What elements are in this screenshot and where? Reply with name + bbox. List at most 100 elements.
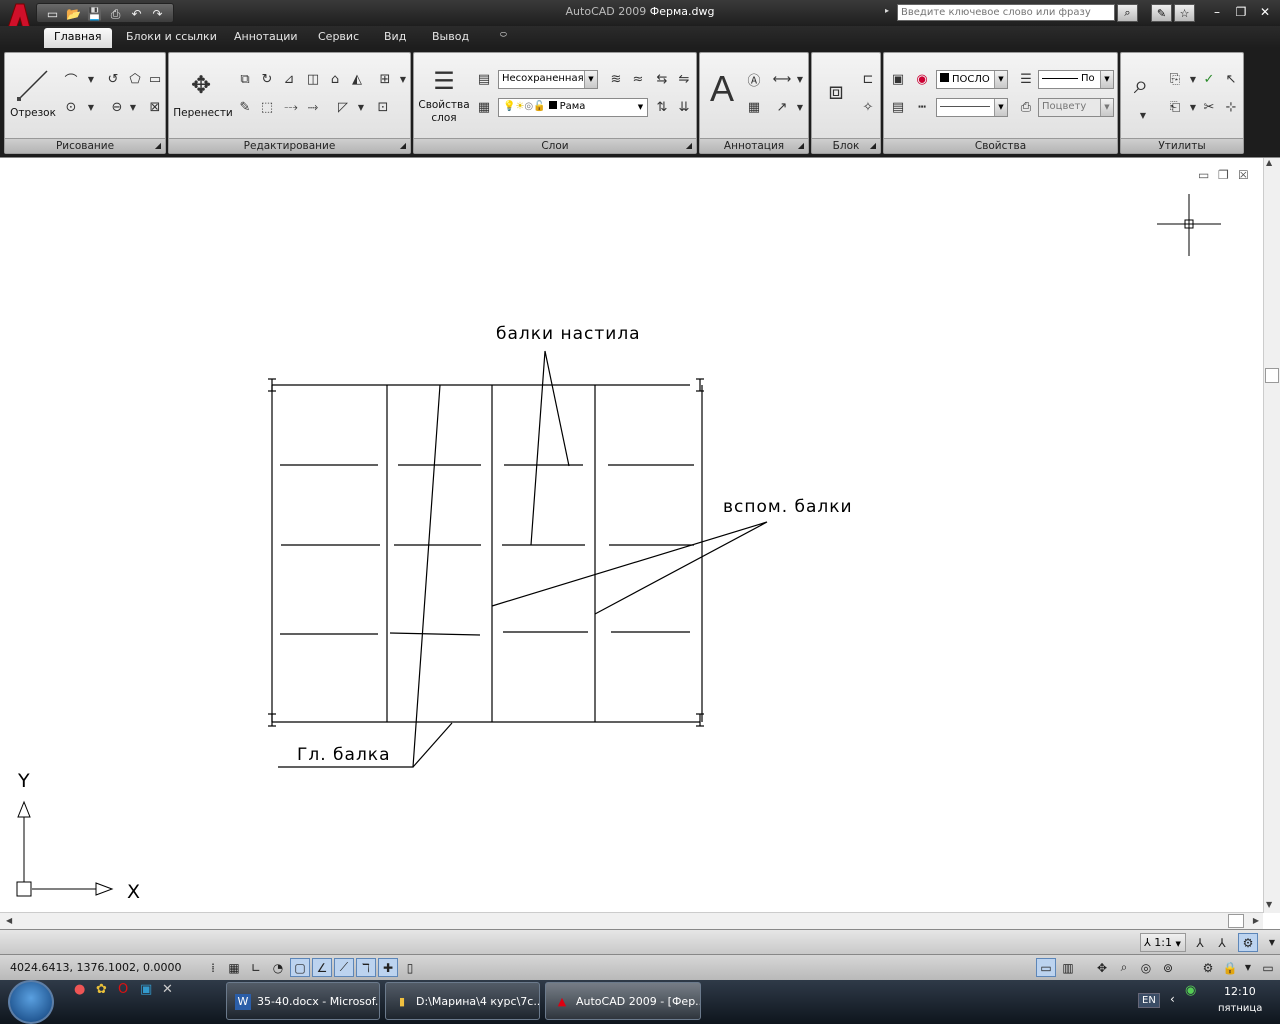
layer-state-icon[interactable]: ▤: [474, 69, 494, 89]
mirror-icon[interactable]: ◫: [303, 69, 323, 89]
measure-icon[interactable]: ⊹: [1221, 97, 1241, 117]
panel-block-title[interactable]: Блок ◢: [812, 138, 880, 153]
tray-expand-icon[interactable]: ‹: [1170, 992, 1175, 1006]
layer-off-icon[interactable]: ⇊: [674, 97, 694, 117]
quicklaunch-butterfly-icon[interactable]: ✿: [96, 982, 107, 997]
zoom-icon[interactable]: ⌕: [1123, 67, 1159, 103]
auto-scale-icon[interactable]: ⅄: [1212, 933, 1232, 952]
dropdown-arrow-icon[interactable]: ▼: [1238, 958, 1258, 977]
new-icon[interactable]: ▭: [43, 5, 62, 23]
quicklaunch-x-icon[interactable]: ✕: [162, 982, 173, 997]
tab-blocks-references[interactable]: Блоки и ссылки: [116, 28, 227, 48]
communication-center-icon[interactable]: ✎: [1151, 4, 1172, 22]
steering-wheel-icon[interactable]: ◎: [1136, 958, 1156, 977]
save-icon[interactable]: 💾: [85, 5, 104, 23]
ribbon-minimize-icon[interactable]: ⬭: [494, 28, 513, 48]
layer-isolate-icon[interactable]: ⇋: [674, 69, 694, 89]
scale-icon[interactable]: ⬚: [257, 97, 277, 117]
stretch-icon[interactable]: ◭: [347, 69, 367, 89]
horizontal-scroll-thumb[interactable]: [1228, 914, 1244, 928]
panel-expand-icon[interactable]: ◢: [155, 139, 161, 153]
layout-icon[interactable]: ▥: [1058, 958, 1078, 977]
object-snap-tracking-icon[interactable]: ∠: [312, 958, 332, 977]
start-button[interactable]: [8, 980, 54, 1024]
clean-screen-icon[interactable]: ▭: [1258, 958, 1278, 977]
panel-expand-icon[interactable]: ◢: [870, 139, 876, 153]
color-dropdown[interactable]: ПОСЛО ▼: [936, 70, 1008, 89]
current-layer-dropdown[interactable]: 💡☀◎🔓 Рама ▼: [498, 98, 648, 117]
tab-annotate[interactable]: Аннотации: [224, 28, 308, 48]
vertical-scrollbar[interactable]: ▲ ▼: [1263, 158, 1280, 913]
vertical-scroll-thumb[interactable]: [1265, 368, 1279, 383]
quicklaunch-media-icon[interactable]: ▣: [140, 982, 152, 997]
chamfer-icon[interactable]: ◸: [333, 97, 353, 117]
polar-tracking-icon[interactable]: ◔: [268, 958, 288, 977]
favorites-star-icon[interactable]: ☆: [1174, 4, 1195, 22]
dropdown-arrow-icon[interactable]: ▼: [81, 97, 101, 117]
create-block-icon[interactable]: ⊏: [858, 69, 878, 89]
plot-style-dropdown[interactable]: Поцвету ▼: [1038, 98, 1114, 117]
cad-drawing[interactable]: балки настила вспом. балки Гл. балка Y X: [0, 158, 1262, 913]
horizontal-scrollbar[interactable]: ◀ ▶: [0, 912, 1263, 929]
move-icon[interactable]: ✥: [183, 67, 219, 103]
restore-icon[interactable]: ❐: [1230, 4, 1252, 20]
select-all-icon[interactable]: ↖: [1221, 69, 1241, 89]
tab-view[interactable]: Вид: [374, 28, 416, 48]
erase-icon[interactable]: ✎: [235, 97, 255, 117]
undo-icon[interactable]: ↶: [127, 5, 146, 23]
dimension-icon[interactable]: ⟷: [772, 69, 792, 89]
plot-style-icon[interactable]: ⎙: [1016, 97, 1036, 117]
search-icon[interactable]: ⌕: [1117, 4, 1138, 22]
coordinates-readout[interactable]: 4024.6413, 1376.1002, 0.0000: [10, 961, 181, 974]
polygon-icon[interactable]: ⬠: [125, 69, 145, 89]
scroll-left-icon[interactable]: ◀: [6, 916, 12, 925]
tab-tools[interactable]: Сервис: [308, 28, 369, 48]
panel-layers-title[interactable]: Слои ◢: [414, 138, 696, 153]
pan-icon[interactable]: ✥: [1092, 958, 1112, 977]
match-properties-icon[interactable]: ▣: [888, 69, 908, 89]
copy-icon[interactable]: ⧉: [235, 69, 255, 89]
layer-previous-icon[interactable]: ⇆: [652, 69, 672, 89]
insert-block-icon[interactable]: ⧈: [818, 73, 854, 109]
dropdown-arrow-icon[interactable]: ▼: [790, 69, 810, 89]
drawing-canvas[interactable]: ▭ ❐ ☒ балки настила вспом. балки Гл. бал…: [0, 157, 1280, 929]
arc-icon[interactable]: ↺: [103, 69, 123, 89]
panel-annotation-title[interactable]: Аннотация ◢: [700, 138, 808, 153]
layer-properties-icon[interactable]: ☰: [426, 63, 462, 99]
layer-match-icon[interactable]: ≈: [628, 69, 648, 89]
dropdown-arrow-icon[interactable]: ▼: [393, 69, 413, 89]
tab-home[interactable]: Главная: [44, 28, 112, 48]
grid-display-icon[interactable]: ▦: [224, 958, 244, 977]
dropdown-arrow-icon[interactable]: ▼: [1262, 933, 1280, 952]
print-icon[interactable]: ⎙: [106, 5, 125, 23]
polyline-icon[interactable]: ⌒: [61, 69, 81, 89]
multiline-text-icon[interactable]: A: [704, 68, 740, 109]
search-input[interactable]: [897, 4, 1115, 21]
dropdown-arrow-icon[interactable]: ▼: [1133, 105, 1153, 125]
linetype-dropdown[interactable]: ▼: [936, 98, 1008, 117]
extend-icon[interactable]: ⤏: [281, 97, 301, 117]
panel-expand-icon[interactable]: ◢: [400, 139, 406, 153]
snap-mode-icon[interactable]: ⁞: [203, 958, 223, 977]
layer-settings-icon[interactable]: ▦: [474, 97, 494, 117]
task-word[interactable]: W 35-40.docx - Microsof...: [226, 982, 380, 1020]
annotation-visibility-icon[interactable]: ⅄: [1190, 933, 1210, 952]
color-wheel-icon[interactable]: ◉: [912, 69, 932, 89]
lineweight-icon[interactable]: ☰: [1016, 69, 1036, 89]
panel-draw-title[interactable]: Рисование ◢: [5, 138, 165, 153]
layer-walk-icon[interactable]: ≋: [606, 69, 626, 89]
dropdown-arrow-icon[interactable]: ▼: [81, 69, 101, 89]
zoom-status-icon[interactable]: ⌕: [1114, 958, 1134, 977]
paste-icon[interactable]: ⎘: [1165, 69, 1185, 89]
multileader-icon[interactable]: ↗: [772, 97, 792, 117]
close-icon[interactable]: ✕: [1254, 4, 1276, 20]
rotate-icon[interactable]: ↻: [257, 69, 277, 89]
layer-unisolate-icon[interactable]: ⇅: [652, 97, 672, 117]
language-indicator[interactable]: EN: [1138, 993, 1160, 1008]
fillet-icon[interactable]: ⌂: [325, 69, 345, 89]
dynamic-ucs-icon[interactable]: ⟋: [334, 958, 354, 977]
break-icon[interactable]: ⤑: [303, 97, 323, 117]
showmotion-icon[interactable]: ⊚: [1158, 958, 1178, 977]
tray-status-icon[interactable]: ◉: [1185, 983, 1196, 998]
table-icon[interactable]: ▦: [744, 97, 764, 117]
